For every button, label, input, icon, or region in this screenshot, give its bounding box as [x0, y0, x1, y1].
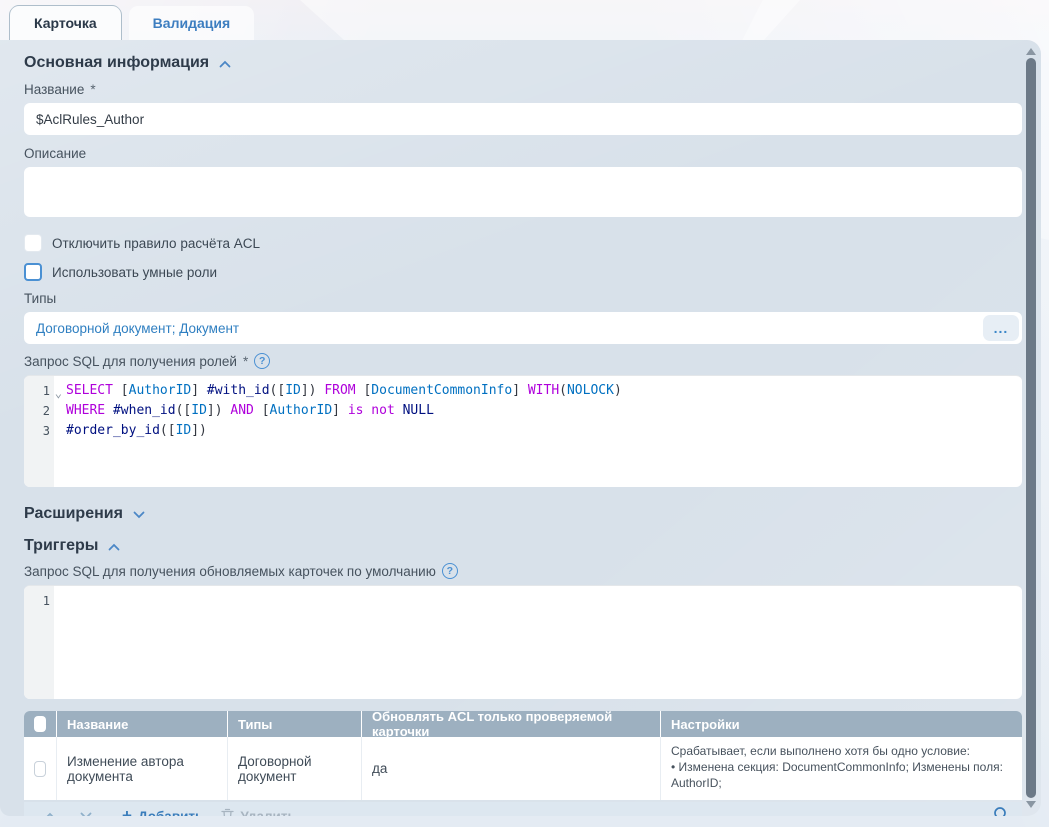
- name-input[interactable]: [24, 103, 1022, 135]
- chevron-up-icon: [219, 60, 231, 68]
- disable-acl-row[interactable]: Отключить правило расчёта ACL: [24, 234, 1022, 252]
- search-icon: [993, 806, 1010, 816]
- row-checkbox-cell: [24, 737, 57, 800]
- section-extensions-title: Расширения: [24, 505, 123, 523]
- code-line: #order_by_id([ID]): [66, 421, 1014, 441]
- editor-code-area[interactable]: [56, 586, 1022, 699]
- help-icon[interactable]: ?: [254, 353, 270, 369]
- sql-default-editor[interactable]: 1: [24, 585, 1022, 699]
- section-extensions-header[interactable]: Расширения: [24, 505, 1022, 523]
- disable-acl-label: Отключить правило расчёта ACL: [52, 236, 260, 251]
- ellipsis-icon: ...: [994, 323, 1009, 333]
- required-asterisk: *: [243, 354, 248, 369]
- section-main-info-header[interactable]: Основная информация: [24, 54, 1022, 72]
- line-number: 2: [24, 401, 54, 421]
- trash-icon: [221, 808, 234, 817]
- move-up-button[interactable]: [36, 812, 64, 816]
- sql-default-label: Запрос SQL для получения обновляемых кар…: [24, 564, 436, 579]
- move-down-button[interactable]: [72, 812, 100, 816]
- triggers-table: Название Типы Обновлять ACL только прове…: [24, 711, 1022, 800]
- cell-types: Договорной документ: [228, 737, 362, 800]
- code-line: SELECT [AuthorID] #with_id([ID]) FROM [D…: [66, 381, 1014, 401]
- sql-roles-editor[interactable]: 1 ⌄ 2 3 SELECT [AuthorID] #with_id([ID])…: [24, 375, 1022, 487]
- sql-default-label-row: Запрос SQL для получения обновляемых кар…: [24, 563, 1022, 579]
- tab-validation-label: Валидация: [153, 15, 230, 31]
- section-main-info-title: Основная информация: [24, 54, 209, 72]
- description-label-row: Описание: [24, 146, 1022, 161]
- sql-roles-label: Запрос SQL для получения ролей: [24, 354, 237, 369]
- required-asterisk: *: [90, 82, 95, 97]
- tab-validation[interactable]: Валидация: [129, 6, 254, 40]
- cell-update-acl: да: [362, 737, 661, 800]
- tab-bar: Карточка Валидация: [0, 0, 1049, 40]
- description-input[interactable]: [24, 167, 1022, 217]
- line-number: 3: [24, 421, 54, 441]
- delete-button-label: Удалить: [240, 809, 295, 817]
- name-label: Название: [24, 82, 84, 97]
- smart-roles-checkbox[interactable]: [24, 263, 42, 281]
- table-header-row: Название Типы Обновлять ACL только прове…: [24, 711, 1022, 737]
- plus-icon: +: [122, 806, 132, 816]
- tab-card[interactable]: Карточка: [10, 6, 121, 40]
- cell-settings: Срабатывает, если выполнено хотя бы одно…: [661, 737, 1022, 800]
- editor-code-area[interactable]: SELECT [AuthorID] #with_id([ID]) FROM [D…: [56, 376, 1022, 487]
- row-checkbox[interactable]: [34, 761, 46, 777]
- table-row[interactable]: Изменение автора документа Договорной до…: [24, 737, 1022, 800]
- sql-roles-label-row: Запрос SQL для получения ролей * ?: [24, 353, 1022, 369]
- line-number: 1 ⌄: [24, 381, 54, 401]
- smart-roles-label: Использовать умные роли: [52, 265, 217, 280]
- scroll-down-arrow[interactable]: [1026, 801, 1036, 808]
- fold-arrow-icon[interactable]: ⌄: [55, 386, 62, 400]
- help-icon[interactable]: ?: [442, 563, 458, 579]
- section-triggers-header[interactable]: Триггеры: [24, 537, 1022, 555]
- types-value: Договорной документ; Документ: [24, 321, 1022, 336]
- section-triggers-title: Триггеры: [24, 537, 98, 555]
- types-label: Типы: [24, 291, 56, 306]
- card-panel: Основная информация Название * Описание …: [0, 40, 1041, 816]
- types-field[interactable]: Договорной документ; Документ ...: [24, 312, 1022, 344]
- scroll-up-arrow[interactable]: [1026, 48, 1036, 55]
- table-toolbar: + Добавить Удалить: [24, 802, 1022, 816]
- header-settings: Настройки: [661, 711, 1022, 737]
- description-label: Описание: [24, 146, 86, 161]
- header-checkbox-cell: [24, 711, 57, 737]
- smart-roles-row[interactable]: Использовать умные роли: [24, 263, 1022, 281]
- header-name: Название: [57, 711, 228, 737]
- types-more-button[interactable]: ...: [983, 315, 1019, 341]
- search-button[interactable]: [993, 806, 1010, 816]
- disable-acl-checkbox[interactable]: [24, 234, 42, 252]
- cell-name: Изменение автора документа: [57, 737, 228, 800]
- code-line: WHERE #when_id([ID]) AND [AuthorID] is n…: [66, 401, 1014, 421]
- header-update-acl: Обновлять ACL только проверяемой карточк…: [362, 711, 661, 737]
- add-button-label: Добавить: [138, 809, 203, 817]
- vertical-scrollbar[interactable]: [1025, 48, 1037, 808]
- settings-condition-detail: • Изменена секция: DocumentCommonInfo; И…: [671, 759, 1012, 791]
- editor-gutter: 1 ⌄ 2 3: [24, 376, 56, 487]
- editor-gutter: 1: [24, 586, 56, 699]
- add-button[interactable]: + Добавить: [122, 806, 203, 816]
- header-types: Типы: [228, 711, 362, 737]
- scrollbar-thumb[interactable]: [1026, 58, 1036, 798]
- card-content: Основная информация Название * Описание …: [24, 50, 1022, 816]
- name-label-row: Название *: [24, 82, 1022, 97]
- delete-button[interactable]: Удалить: [221, 808, 295, 817]
- types-label-row: Типы: [24, 291, 1022, 306]
- line-number: 1: [24, 591, 54, 611]
- chevron-down-icon: [133, 511, 145, 519]
- settings-condition-title: Срабатывает, если выполнено хотя бы одно…: [671, 743, 1012, 759]
- tab-card-label: Карточка: [34, 15, 97, 31]
- chevron-up-icon: [108, 543, 120, 551]
- select-all-checkbox[interactable]: [34, 716, 46, 732]
- name-field-wrap: [24, 103, 1022, 135]
